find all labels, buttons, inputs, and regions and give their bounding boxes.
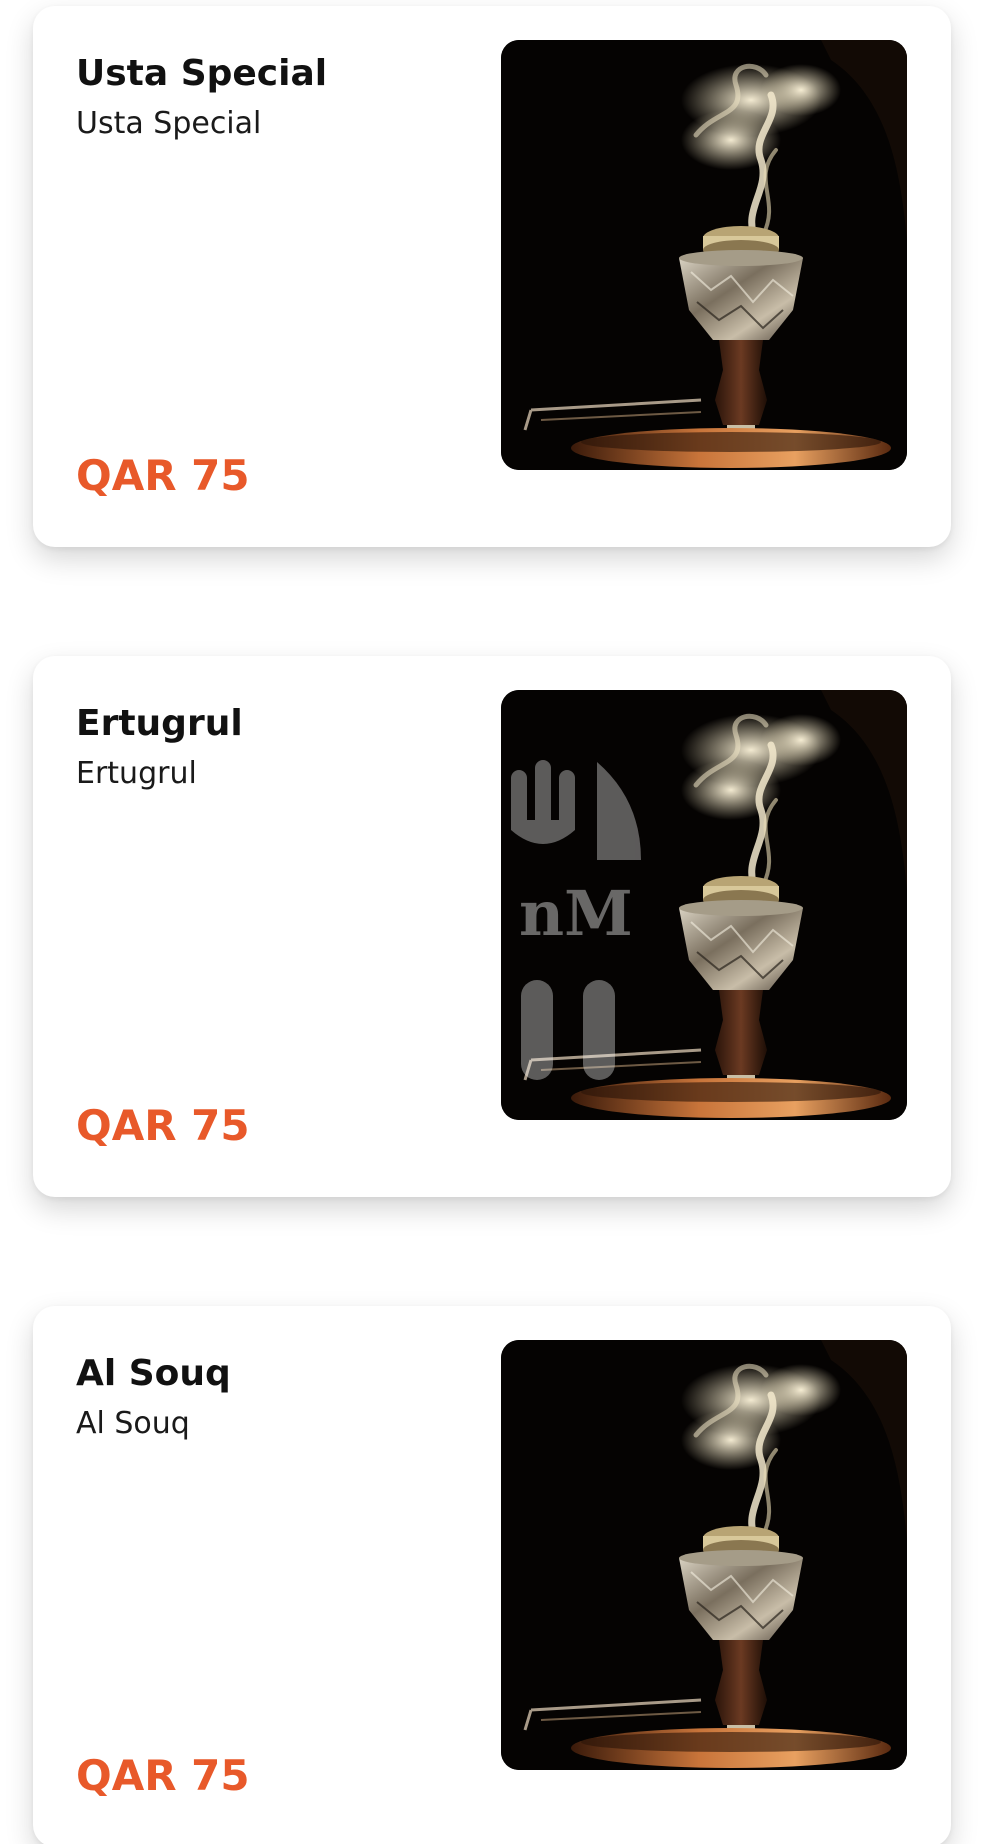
menu-item-title: Ertugrul — [76, 703, 243, 744]
menu-item-price: QAR 75 — [76, 1751, 250, 1800]
menu-item-card[interactable]: Al Souq Al Souq QAR 75 — [33, 1306, 951, 1844]
menu-item-list: Usta Special Usta Special QAR 75 Ertugru… — [0, 0, 1000, 1844]
hookah-bowl-smoke-image[interactable] — [501, 40, 907, 470]
menu-item-info: Al Souq Al Souq QAR 75 — [76, 1352, 476, 1801]
menu-item-subtitle: Al Souq — [76, 1406, 190, 1441]
menu-item-card[interactable]: Usta Special Usta Special QAR 75 — [33, 6, 951, 547]
menu-item-price: QAR 75 — [76, 451, 250, 500]
menu-item-subtitle: Usta Special — [76, 106, 262, 141]
menu-item-price: QAR 75 — [76, 1101, 250, 1150]
menu-item-title: Usta Special — [76, 53, 328, 94]
menu-item-subtitle: Ertugrul — [76, 756, 197, 791]
menu-item-info: Usta Special Usta Special QAR 75 — [76, 52, 476, 501]
hookah-bowl-smoke-image[interactable] — [501, 1340, 907, 1770]
hookah-bowl-smoke-image[interactable]: nM — [501, 690, 907, 1120]
menu-item-card[interactable]: Ertugrul Ertugrul QAR 75 nM — [33, 656, 951, 1197]
menu-item-info: Ertugrul Ertugrul QAR 75 — [76, 702, 476, 1151]
menu-item-title: Al Souq — [76, 1353, 231, 1394]
